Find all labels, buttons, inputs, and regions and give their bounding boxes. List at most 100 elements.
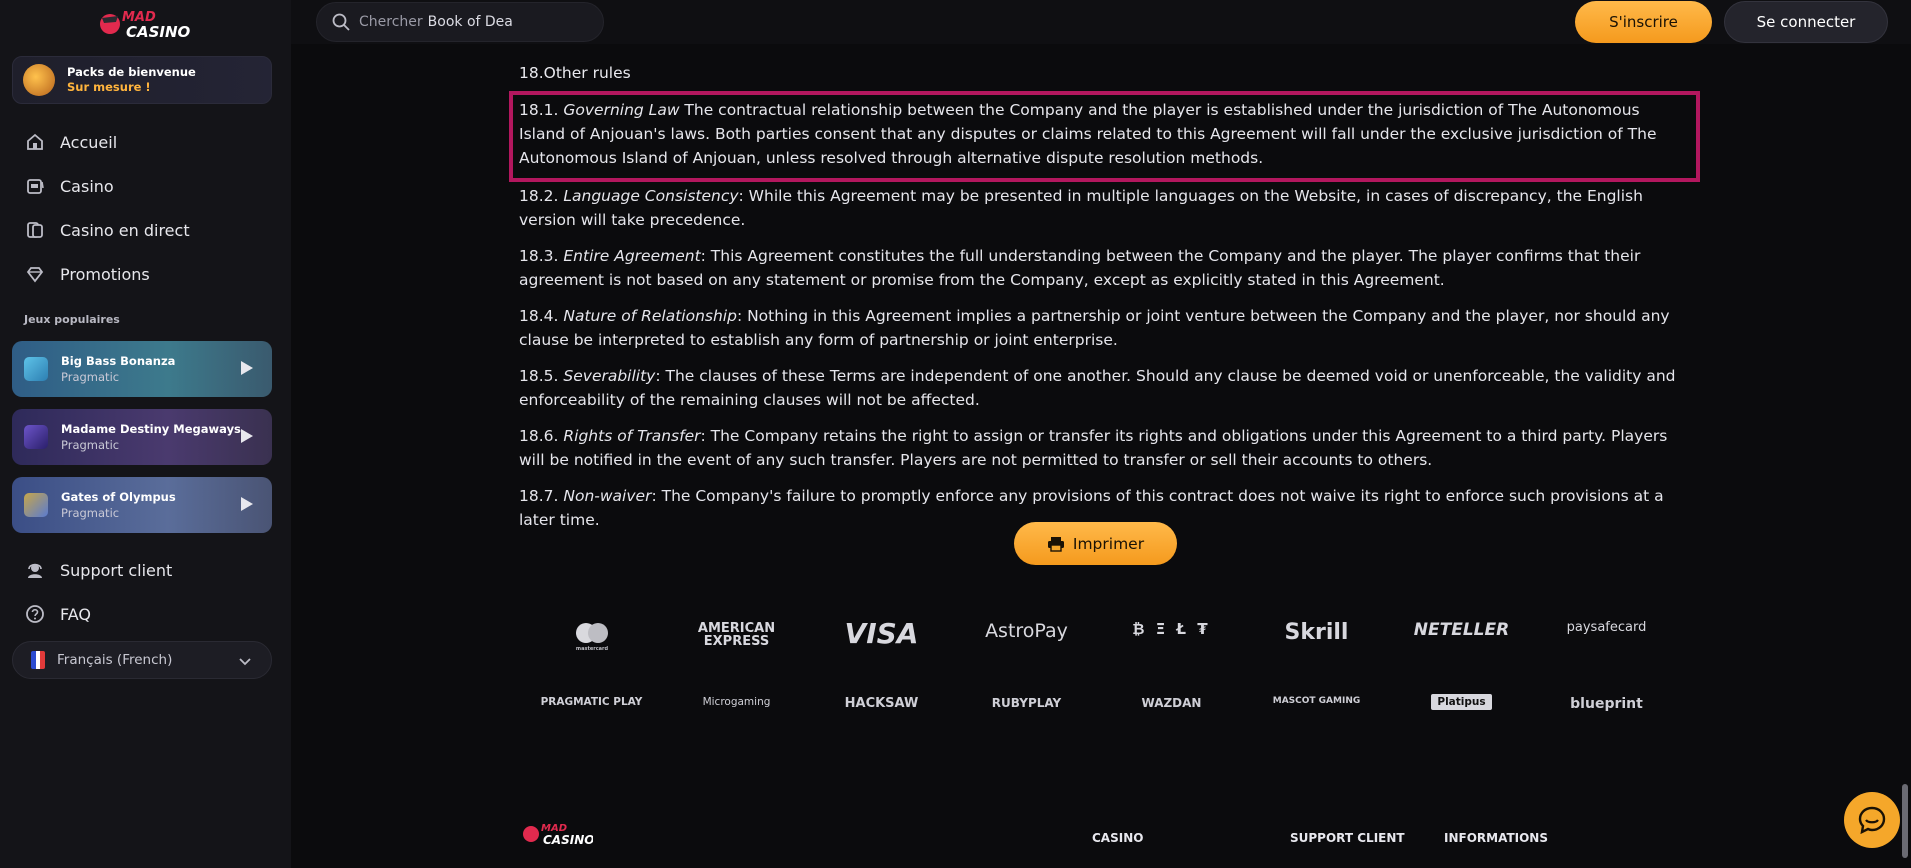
skrill-logo: Skrill [1284,620,1349,645]
term-text: The contractual relationship between the… [519,101,1657,167]
nav-item-promotions[interactable]: Promotions [24,259,150,289]
footer-column-informations[interactable]: INFORMATIONS [1444,831,1548,845]
term-number: 18.7. [519,487,559,505]
nav-item-label: FAQ [60,604,91,624]
svg-text:CASINO: CASINO [543,833,593,847]
blueprint-logo: blueprint [1570,696,1643,712]
play-icon[interactable] [240,496,254,516]
play-icon[interactable] [240,428,254,448]
search-icon [331,12,351,32]
term-title: Rights of Transfer [563,427,701,445]
term-title: Entire Agreement [563,247,701,265]
search-value: Book of Dea [427,14,513,30]
nav-item-label: Accueil [60,132,118,152]
rubyplay-logo: RUBYPLAY [991,696,1062,710]
payment-logos-row: mastercard AMERICAN EXPRESS VISA AstroPa… [519,620,1679,657]
welcome-title: Packs de bienvenue [67,65,196,79]
platipus-logo: Platipus [1389,694,1534,712]
nav-item-label: Support client [60,560,173,580]
footer-column-support[interactable]: SUPPORT CLIENT [1290,831,1405,845]
printer-icon [1047,536,1065,552]
nav-item-label: Casino [60,176,114,196]
footer-logo[interactable]: MAD CASINO [519,816,594,852]
term-number: 18.1. [519,101,559,119]
nav-item-faq[interactable]: FAQ [24,599,91,629]
search-input[interactable]: Chercher Book of Dea [316,2,604,42]
term-item-18-5: 18.5. Severability: The clauses of these… [519,364,1679,412]
chat-bubble-icon [1858,806,1886,835]
term-item-18-4: 18.4. Nature of Relationship: Nothing in… [519,304,1679,352]
term-number: 18.4. [519,307,559,325]
scrollbar-thumb[interactable] [1902,784,1908,858]
term-title: Governing Law [563,101,680,119]
game-card-big-bass-bonanza[interactable]: Big Bass Bonanza Pragmatic [12,341,272,397]
term-item-18-1: 18.1. Governing Law The contractual rela… [519,98,1679,170]
game-thumbnail [24,493,48,517]
nav-item-home[interactable]: Accueil [24,127,117,157]
term-title: Nature of Relationship [563,307,737,325]
print-label: Imprimer [1072,534,1145,553]
hacksaw-logo: HACKSAW [844,696,919,711]
nav-item-label: Casino en direct [60,220,190,240]
welcome-gift-icon [23,64,55,96]
cards-icon [24,219,46,241]
game-thumbnail [24,425,48,449]
provider-logos-row: PRAGMATIC PLAY Microgaming HACKSAW RUBYP… [519,694,1679,712]
search-placeholder: Chercher [359,14,423,30]
term-text: : The clauses of these Terms are indepen… [519,367,1676,409]
footer-column-casino[interactable]: CASINO [1092,831,1143,845]
popular-games-label: Jeux populaires [24,313,120,326]
term-item-18-2: 18.2. Language Consistency: While this A… [519,184,1679,232]
term-number: 18.5. [519,367,559,385]
pragmatic-play-logo: PRAGMATIC PLAY [540,696,643,708]
game-provider: Pragmatic [61,438,120,452]
support-agent-icon [24,559,46,581]
game-card-madame-destiny-megaways[interactable]: Madame Destiny Megaways Pragmatic [12,409,272,465]
term-number: 18.2. [519,187,559,205]
game-title: Big Bass Bonanza [61,354,176,368]
game-provider: Pragmatic [61,370,120,384]
term-title: Language Consistency [563,187,739,205]
american-express-logo: AMERICAN EXPRESS [697,621,776,649]
language-selector[interactable]: Français (French) [12,641,272,679]
logo-text-casino: CASINO [126,23,191,41]
mascot-gaming-logo: MASCOT GAMING [1272,696,1361,706]
welcome-subtitle: Sur mesure ! [67,80,151,94]
login-button[interactable]: Se connecter [1724,1,1888,43]
paysafecard-logo: paysafecard [1566,620,1647,635]
print-button[interactable]: Imprimer [1014,522,1177,565]
nav-item-live-casino[interactable]: Casino en direct [24,215,190,245]
crypto-logos: ₿ Ξ Ł ₮ [1132,620,1211,638]
neteller-logo: NETELLER [1413,620,1510,640]
term-number: 18.3. [519,247,559,265]
chevron-down-icon [239,654,251,670]
microgaming-logo: Microgaming [702,696,771,708]
france-flag-icon [31,651,45,669]
visa-logo: VISA [844,617,919,650]
svg-text:mastercard: mastercard [575,646,608,652]
slot-machine-icon [24,175,46,197]
term-number: 18.6. [519,427,559,445]
mastercard-logo: mastercard [519,620,664,657]
question-icon [24,603,46,625]
language-label: Français (French) [57,652,173,668]
nav-item-casino[interactable]: Casino [24,171,114,201]
diamond-icon [24,263,46,285]
game-thumbnail [24,357,48,381]
signup-button[interactable]: S'inscrire [1575,1,1712,43]
game-title: Gates of Olympus [61,490,176,504]
wazdan-logo: WAZDAN [1141,696,1202,710]
nav-item-support[interactable]: Support client [24,555,172,585]
game-provider: Pragmatic [61,506,120,520]
section-heading: 18.Other rules [519,64,631,82]
live-chat-button[interactable] [1844,792,1900,848]
welcome-packs-banner[interactable]: Packs de bienvenue Sur mesure ! [12,56,272,104]
game-card-gates-of-olympus[interactable]: Gates of Olympus Pragmatic [12,477,272,533]
home-icon [24,131,46,153]
term-title: Severability [563,367,656,385]
astropay-logo: AstroPay [985,620,1068,642]
term-item-18-3: 18.3. Entire Agreement: This Agreement c… [519,244,1679,292]
sidebar: MAD CASINO Packs de bienvenue Sur mesure… [0,0,291,868]
play-icon[interactable] [240,360,254,380]
mad-casino-logo[interactable]: MAD CASINO [96,4,192,44]
